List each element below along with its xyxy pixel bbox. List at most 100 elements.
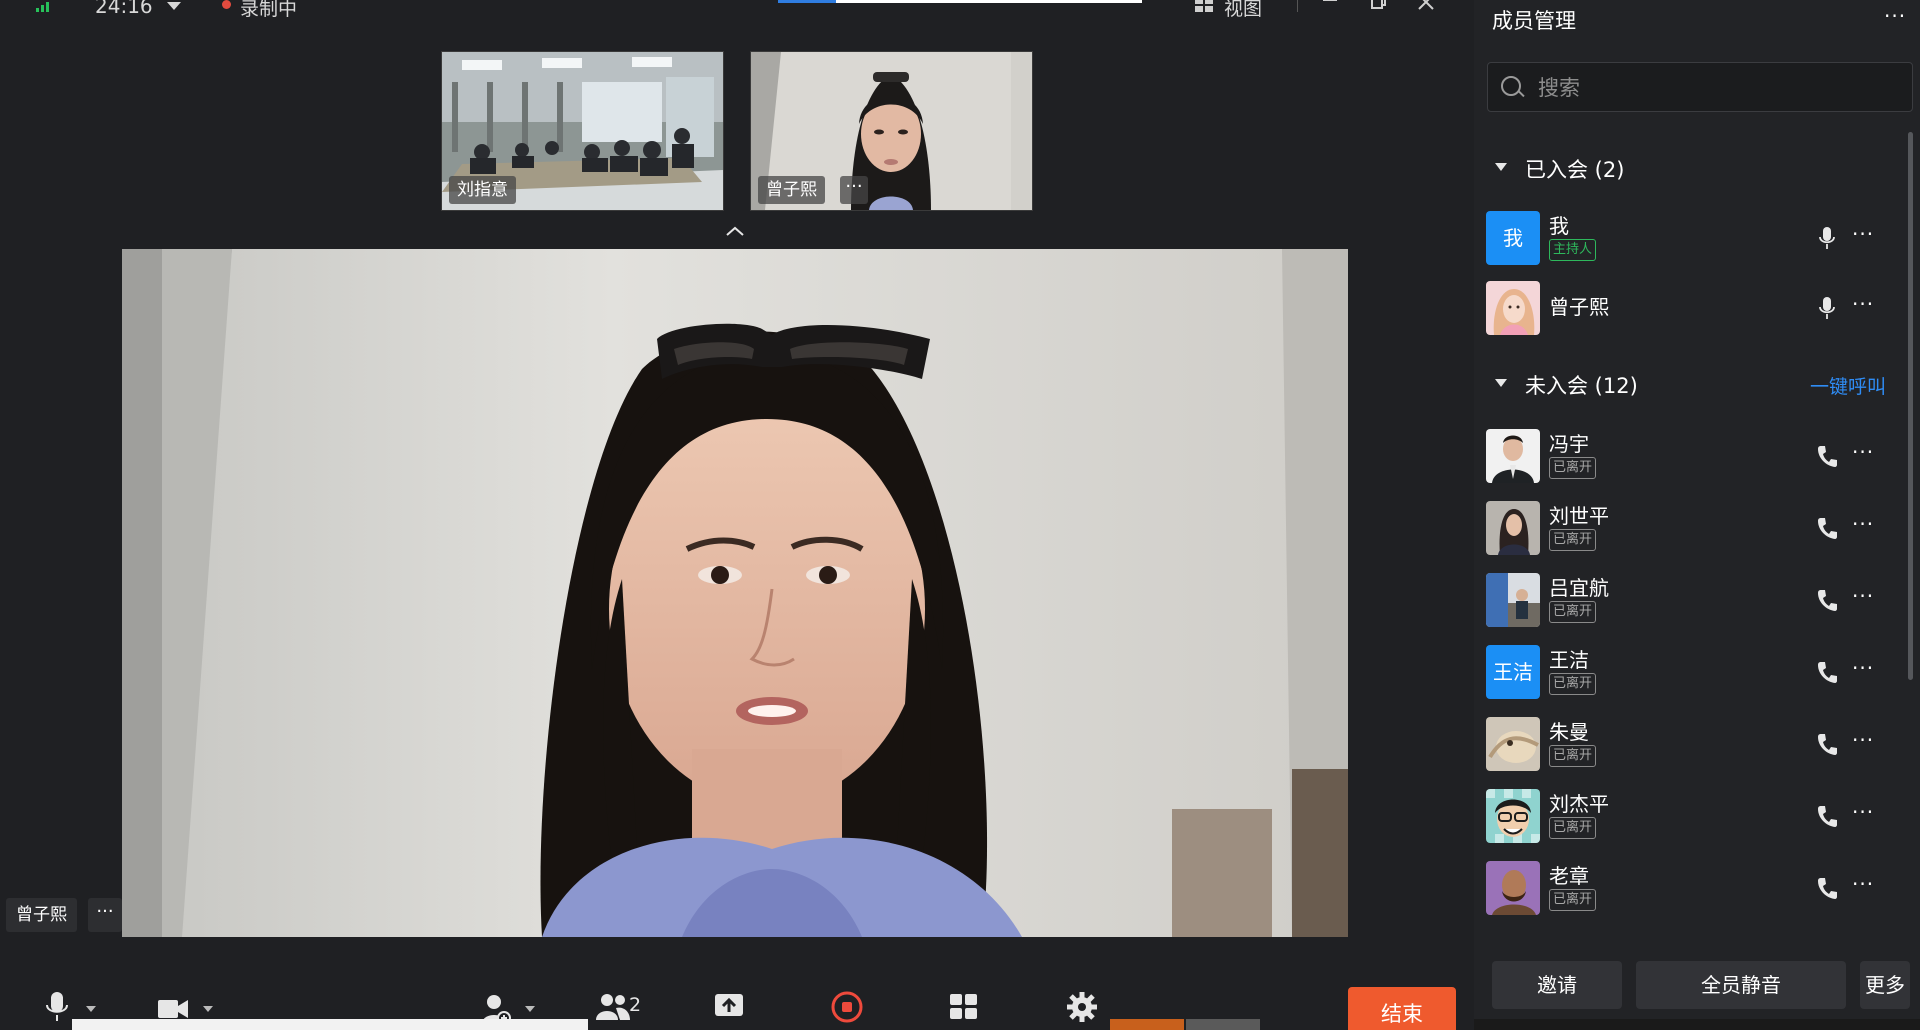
not-joined-group-header[interactable]: 未入会 (12) 一键呼叫 [1474,368,1920,402]
participants-icon [596,994,630,1020]
collapse-up-icon[interactable] [724,222,746,236]
phone-icon[interactable] [1816,660,1838,684]
invite-options-icon[interactable] [525,1006,535,1012]
view-button[interactable]: 视图 [1224,0,1262,21]
member-row[interactable]: 老章 已离开 ··· [1474,858,1920,918]
microphone-options-icon[interactable] [86,1006,96,1012]
main-speaker-video [122,249,1348,937]
avatar: 王洁 [1486,645,1540,699]
status-badge: 已离开 [1549,457,1597,479]
member-row[interactable]: 曾子熙 ··· [1474,278,1920,338]
phone-icon[interactable] [1816,804,1838,828]
member-row[interactable]: 刘杰平 已离开 ··· [1474,786,1920,846]
invite-button[interactable]: 邀请 [1492,961,1622,1009]
host-badge: 主持人 [1549,239,1597,261]
gear-icon [1067,992,1097,1022]
avatar [1486,501,1540,555]
member-name: 老章 [1549,864,1589,888]
apps-button[interactable] [948,990,998,1030]
phone-icon[interactable] [1816,444,1838,468]
chevron-down-icon[interactable] [167,2,181,10]
not-joined-group-label: 未入会 (12) [1525,374,1638,398]
active-speaker-label: 曾子熙 [6,898,77,932]
close-button[interactable] [1411,0,1441,18]
member-name: 刘杰平 [1549,792,1609,816]
member-more-button[interactable]: ··· [1852,728,1874,752]
member-name: 我 [1549,214,1569,238]
member-more-button[interactable]: ··· [1852,440,1874,464]
taskbar-strip [1110,1019,1184,1030]
phone-icon[interactable] [1816,516,1838,540]
meeting-app: 24:16 录制中 视图 刘指意 曾子熙 ··· 曾子熙 ··· 2 结束 成员… [0,0,1920,1030]
share-screen-button[interactable] [713,990,763,1030]
member-row[interactable]: 吕宜航 已离开 ··· [1474,570,1920,630]
member-row[interactable]: 冯宇 已离开 ··· [1474,426,1920,486]
recording-progress-bar [778,0,1142,3]
joined-group-label: 已入会 (2) [1525,158,1625,182]
mic-icon[interactable] [1816,296,1838,320]
avatar [1486,429,1540,483]
end-meeting-button[interactable]: 结束 [1348,987,1456,1030]
status-badge: 已离开 [1549,745,1597,767]
restore-icon [1371,0,1386,9]
divider [1297,0,1298,12]
member-panel: 成员管理 ··· 已入会 (2) 我我主持人 ··· 曾子熙 ··· 未入会 (12)… [1474,0,1920,1030]
status-badge: 已离开 [1549,673,1597,695]
restore-button[interactable] [1363,0,1393,18]
member-more-button[interactable]: ··· [1852,512,1874,536]
member-more-button[interactable]: ··· [1852,584,1874,608]
speaker-video-frame [122,249,1348,937]
participant-count: 2 [629,994,642,1016]
phone-icon[interactable] [1816,732,1838,756]
camera-options-icon[interactable] [203,1006,213,1012]
panel-menu-button[interactable]: ··· [1884,4,1906,28]
status-badge: 已离开 [1549,817,1597,839]
phone-icon[interactable] [1816,876,1838,900]
member-more-button[interactable]: ··· [1852,222,1874,246]
scrollbar[interactable] [1908,132,1913,680]
avatar [1486,789,1540,843]
speaker-more-button[interactable]: ··· [88,898,122,932]
minimize-button[interactable] [1315,0,1345,18]
phone-icon[interactable] [1816,588,1838,612]
participant-thumbnail[interactable]: 刘指意 [441,51,724,211]
member-more-button[interactable]: ··· [1852,292,1874,316]
joined-group-header[interactable]: 已入会 (2) [1474,152,1920,186]
member-row[interactable]: 我我主持人 ··· [1474,208,1920,268]
meeting-stage: 24:16 录制中 视图 刘指意 曾子熙 ··· 曾子熙 ··· 2 结束 [0,0,1474,1030]
taskbar-strip [1186,1019,1260,1030]
settings-button[interactable] [1065,990,1115,1030]
member-more-button[interactable]: ··· [1852,656,1874,680]
call-all-button[interactable]: 一键呼叫 [1810,372,1886,399]
close-icon [1418,0,1434,10]
avatar [1486,281,1540,335]
more-options-button[interactable]: ··· [840,176,868,204]
participant-thumbnail[interactable]: 曾子熙 ··· [750,51,1033,211]
more-actions-button[interactable]: 更多 [1860,961,1910,1009]
mic-icon[interactable] [1816,226,1838,250]
member-row[interactable]: 朱曼 已离开 ··· [1474,714,1920,774]
avatar [1486,573,1540,627]
recording-status: 录制中 [240,0,298,20]
status-badge: 已离开 [1549,529,1597,551]
triangle-down-icon [1495,163,1507,171]
signal-strength-icon [36,0,54,12]
search-box[interactable] [1487,62,1913,112]
microphone-icon [46,992,68,1021]
grid-view-icon[interactable] [1195,0,1215,14]
member-row[interactable]: 王洁 王洁 已离开 ··· [1474,642,1920,702]
member-more-button[interactable]: ··· [1852,872,1874,896]
taskbar-strip [1474,1019,1920,1030]
mute-all-button[interactable]: 全员静音 [1636,961,1846,1009]
search-input[interactable] [1536,73,1900,103]
member-row[interactable]: 刘世平 已离开 ··· [1474,498,1920,558]
triangle-down-icon [1495,379,1507,387]
member-more-button[interactable]: ··· [1852,800,1874,824]
panel-title: 成员管理 [1492,9,1576,33]
member-name: 吕宜航 [1549,576,1609,600]
avatar [1486,861,1540,915]
record-button[interactable] [830,990,880,1030]
member-name: 曾子熙 [1549,295,1609,319]
status-badge: 已离开 [1549,601,1597,623]
participant-name-label: 曾子熙 [758,176,825,204]
